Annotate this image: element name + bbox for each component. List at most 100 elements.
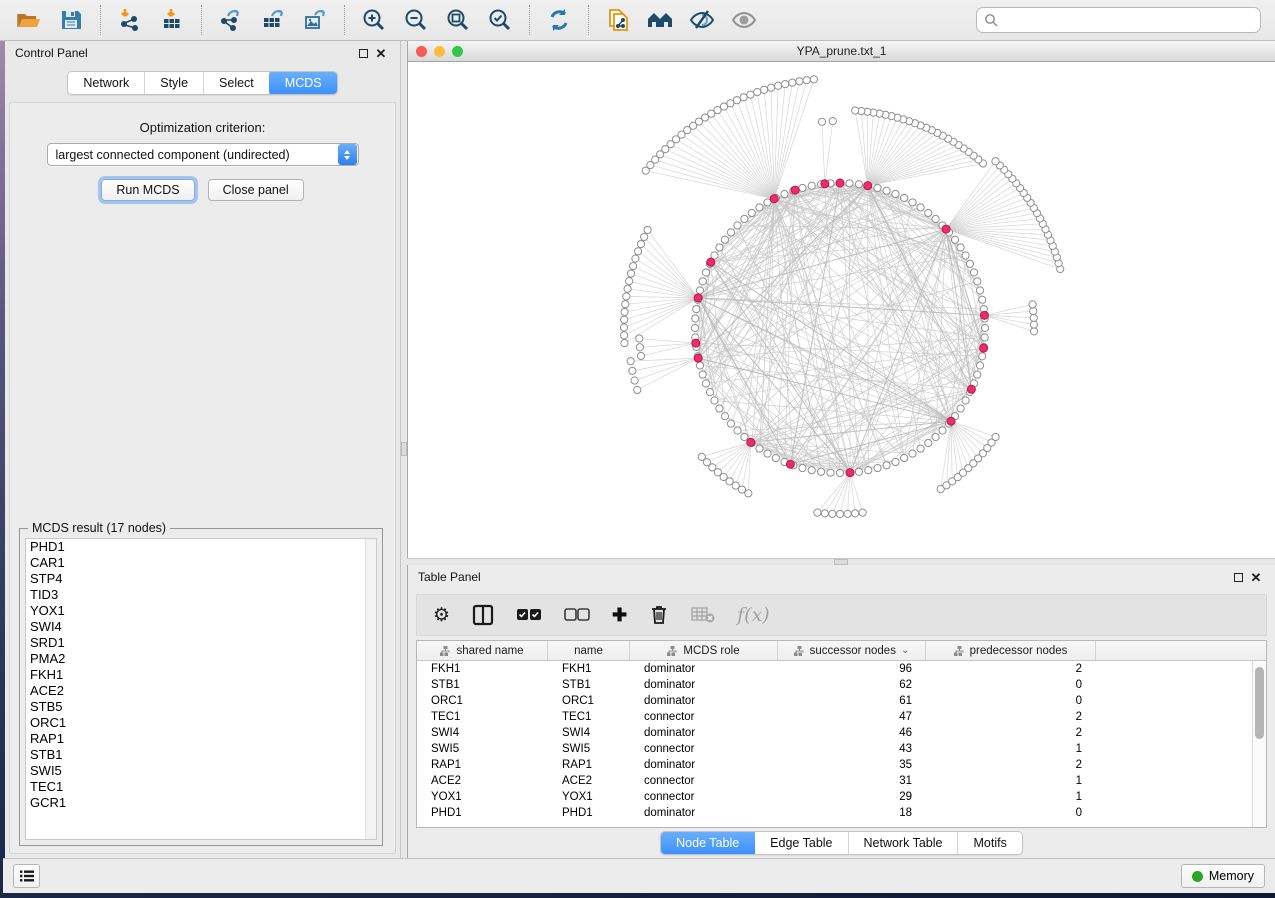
graph-node[interactable] [981,334,988,341]
graph-node[interactable] [827,469,834,476]
graph-node[interactable] [925,439,932,446]
column-header-predecessor-nodes[interactable]: predecessor nodes [926,641,1096,660]
graph-node[interactable] [852,510,859,517]
graph-node[interactable] [803,77,810,84]
apply-function-button[interactable]: f(x) [737,600,770,630]
graph-node[interactable] [754,88,761,95]
mcds-result-item[interactable]: ORC1 [26,715,376,731]
splitter-grip[interactable] [401,442,407,456]
graph-node[interactable] [874,464,881,471]
graph-node[interactable] [775,82,782,89]
graph-node[interactable] [970,269,977,276]
graph-node[interactable] [644,226,651,233]
graph-node[interactable] [624,285,631,292]
graph-node[interactable] [694,354,702,362]
graph-node[interactable] [741,433,748,440]
table-row[interactable]: RAP1RAP1dominator352 [417,757,1252,773]
graph-node[interactable] [980,344,988,352]
graph-node[interactable] [745,490,752,497]
graph-node[interactable] [706,389,713,396]
graph-node[interactable] [727,229,734,236]
graph-node[interactable] [756,204,763,211]
horizontal-splitter[interactable] [407,558,1275,565]
graph-node[interactable] [1030,314,1037,321]
tab-select[interactable]: Select [204,72,270,94]
delete-row-button[interactable] [649,600,669,630]
column-header-MCDS-role[interactable]: MCDS role [630,641,778,660]
graph-node[interactable] [789,79,796,86]
graph-node[interactable] [692,339,700,347]
mcds-result-item[interactable]: PMA2 [26,651,376,667]
show-all-button[interactable] [725,3,763,37]
graph-node[interactable] [947,417,955,425]
column-header-name[interactable]: name [548,641,630,660]
graph-node[interactable] [629,262,636,269]
graph-node[interactable] [734,427,741,434]
graph-node[interactable] [855,181,862,188]
graph-node[interactable] [747,91,754,98]
graph-node[interactable] [883,187,890,194]
graph-node[interactable] [992,433,999,440]
graph-node[interactable] [702,380,709,387]
graph-node[interactable] [636,344,643,351]
graph-node[interactable] [855,468,862,475]
graph-node[interactable] [629,367,636,374]
graph-node[interactable] [917,204,924,211]
graph-node[interactable] [951,236,958,243]
graph-node[interactable] [814,509,821,516]
graph-node[interactable] [892,190,899,197]
graph-node[interactable] [632,255,639,262]
tab-node-table[interactable]: Node Table [660,831,756,855]
graph-node[interactable] [865,467,872,474]
graph-node[interactable] [691,324,698,331]
import-table-button[interactable] [153,3,191,37]
graph-node[interactable] [727,420,734,427]
mcds-result-item[interactable]: SRD1 [26,635,376,651]
graph-node[interactable] [874,184,881,191]
graph-node[interactable] [782,80,789,87]
graph-node[interactable] [957,405,964,412]
graph-node[interactable] [770,195,778,203]
mcds-list-scrollbar[interactable] [365,539,376,839]
run-mcds-button[interactable]: Run MCDS [101,179,194,201]
zoom-fit-button[interactable] [439,3,477,37]
tab-style[interactable]: Style [145,72,204,94]
graph-node[interactable] [693,305,700,312]
graph-node[interactable] [810,76,817,83]
graph-node[interactable] [799,184,806,191]
graph-node[interactable] [976,287,983,294]
graph-node[interactable] [976,362,983,369]
close-panel-button[interactable]: Close panel [208,179,304,201]
tab-network[interactable]: Network [68,72,145,94]
graph-node[interactable] [901,454,908,461]
zoom-in-button[interactable] [355,3,393,37]
graph-node[interactable] [772,454,779,461]
first-neighbors-button[interactable] [641,3,679,37]
graph-node[interactable] [1029,301,1036,308]
graph-node[interactable] [925,209,932,216]
show-columns-button[interactable] [472,600,494,630]
mcds-result-item[interactable]: YOX1 [26,603,376,619]
graph-node[interactable] [974,278,981,285]
graph-node[interactable] [909,199,916,206]
table-row[interactable]: ACE2ACE2connector311 [417,773,1252,789]
graph-node[interactable] [694,294,702,302]
graph-node[interactable] [699,278,706,285]
graph-node[interactable] [1030,307,1037,314]
graph-node[interactable] [692,315,699,322]
graph-node[interactable] [696,287,703,294]
graph-node[interactable] [634,386,641,393]
open-session-button[interactable] [10,3,48,37]
graph-node[interactable] [734,222,741,229]
mcds-result-item[interactable]: STB1 [26,747,376,763]
graph-node[interactable] [761,86,768,93]
tab-edge-table[interactable]: Edge Table [755,832,848,854]
table-row[interactable]: PHD1PHD1dominator180 [417,805,1252,821]
graph-node[interactable] [817,468,824,475]
mcds-result-item[interactable]: FKH1 [26,667,376,683]
graph-node[interactable] [818,118,825,125]
graph-node[interactable] [721,413,728,420]
graph-node[interactable] [917,445,924,452]
network-graph[interactable] [408,62,1275,558]
graph-node[interactable] [636,335,643,342]
